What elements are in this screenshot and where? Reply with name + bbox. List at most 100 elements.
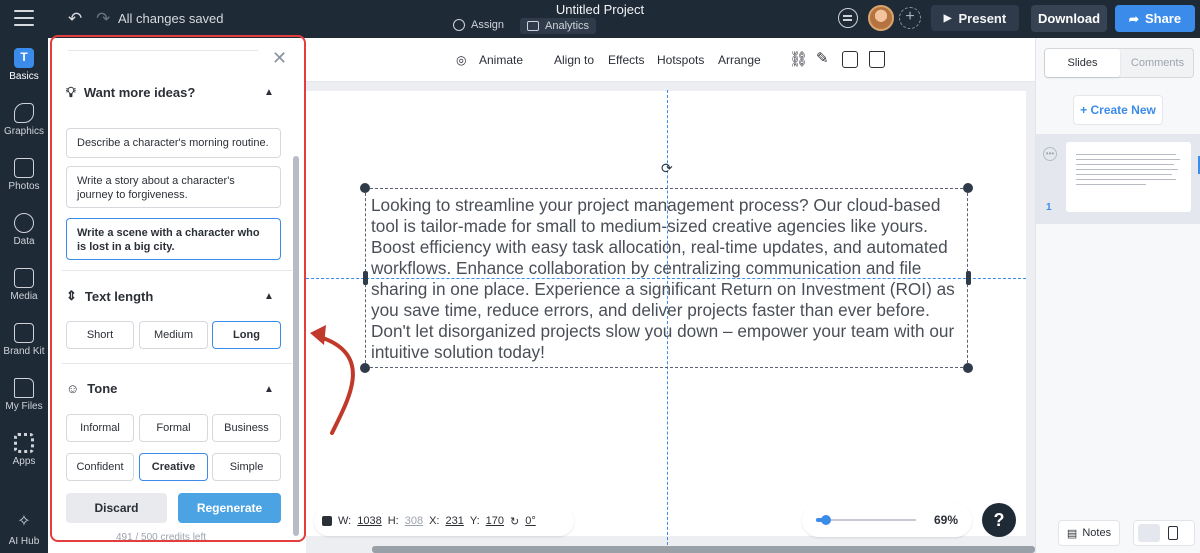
idea-item[interactable]: Write a story about a character's journe…: [66, 166, 281, 208]
animate-button[interactable]: Animate: [479, 53, 523, 67]
resize-handle[interactable]: [966, 271, 971, 285]
panel-tabs: Slides Comments: [1044, 48, 1194, 78]
rail-item-my-files[interactable]: My Files: [0, 378, 48, 412]
share-icon: ➦: [1128, 11, 1139, 26]
menu-icon[interactable]: [14, 10, 34, 26]
shapes-icon: [14, 103, 34, 123]
link-icon[interactable]: ⛓: [789, 50, 808, 68]
panel-scrollbar[interactable]: [293, 156, 299, 536]
tone-option-informal[interactable]: Informal: [66, 414, 134, 442]
ideas-header[interactable]: 💡︎ Want more ideas?: [66, 84, 195, 101]
text-length-header[interactable]: ⇕ Text length: [66, 288, 153, 304]
chevron-up-icon[interactable]: ▲: [264, 384, 274, 395]
resize-handle[interactable]: [363, 271, 368, 285]
idea-item[interactable]: Describe a character's morning routine.: [66, 128, 281, 158]
divider: [62, 270, 292, 271]
slide-number: 1: [1046, 202, 1052, 213]
rail-label: Photos: [8, 181, 40, 192]
y-field[interactable]: 170: [486, 515, 504, 527]
length-option-medium[interactable]: Medium: [139, 321, 208, 349]
tone-option-creative[interactable]: Creative: [139, 453, 208, 481]
divider: [68, 50, 258, 51]
zoom-control: 69%: [802, 503, 972, 537]
text-length-title: Text length: [84, 288, 154, 304]
slide-body-text[interactable]: Looking to streamline your project manag…: [371, 195, 969, 363]
length-option-short[interactable]: Short: [66, 321, 134, 349]
download-button[interactable]: Download: [1031, 5, 1107, 32]
chevron-up-icon[interactable]: ▲: [264, 87, 274, 98]
rail-item-basics[interactable]: T Basics: [0, 48, 48, 82]
rail-item-data[interactable]: Data: [0, 213, 48, 247]
share-button[interactable]: ➦ Share: [1115, 5, 1195, 32]
regenerate-button[interactable]: Regenerate: [178, 493, 281, 523]
zoom-slider-knob[interactable]: [821, 515, 831, 525]
notes-button[interactable]: ▤ Notes: [1058, 520, 1120, 546]
rail-item-brand-kit[interactable]: Brand Kit: [0, 323, 48, 357]
redo-icon[interactable]: ↷: [96, 9, 110, 29]
grid-view-icon[interactable]: [1138, 524, 1160, 542]
idea-item-selected[interactable]: Write a scene with a character who is lo…: [66, 218, 281, 260]
zoom-track[interactable]: [816, 519, 916, 521]
zoom-level[interactable]: 69%: [934, 513, 958, 527]
create-new-button[interactable]: + Create New: [1073, 95, 1163, 125]
tab-slides[interactable]: Slides: [1045, 49, 1120, 77]
undo-icon[interactable]: ↶: [68, 9, 82, 29]
resize-handle[interactable]: [360, 363, 370, 373]
present-button[interactable]: ▶ Present: [931, 5, 1019, 31]
horizontal-scrollbar[interactable]: [372, 546, 1035, 553]
resize-handle[interactable]: [963, 183, 973, 193]
tone-header[interactable]: ☺ Tone: [66, 381, 117, 396]
effects-button[interactable]: Effects: [608, 53, 644, 67]
help-button[interactable]: ?: [982, 503, 1016, 537]
apps-grid-icon: [14, 433, 34, 453]
lock-icon[interactable]: [322, 516, 332, 526]
rotation-icon: ↻: [510, 515, 520, 528]
height-field[interactable]: 308: [405, 515, 423, 527]
arrange-button[interactable]: Arrange: [718, 53, 761, 67]
dimensions-bar: W: 1038 H: 308 X: 231 Y: 170 ↻ 0°: [314, 506, 574, 536]
credits-remaining: 491 / 500 credits left: [116, 532, 207, 543]
close-icon[interactable]: ✕: [272, 48, 287, 69]
chevron-up-icon[interactable]: ▲: [264, 291, 274, 302]
rail-item-apps[interactable]: Apps: [0, 433, 48, 467]
canvas-area: ◎ Animate Align to Effects Hotspots Arra…: [306, 38, 1035, 553]
trash-icon[interactable]: [869, 51, 885, 68]
slide-thumbnail[interactable]: [1066, 142, 1191, 212]
comment-icon[interactable]: [838, 8, 858, 28]
add-collaborator-button[interactable]: +: [899, 7, 921, 29]
rail-item-photos[interactable]: Photos: [0, 158, 48, 192]
slide-thumbnail-row[interactable]: ••• 1: [1036, 134, 1200, 224]
color-picker-icon[interactable]: ✎: [816, 49, 829, 67]
tone-option-confident[interactable]: Confident: [66, 453, 134, 481]
tone-title: Tone: [87, 381, 118, 396]
more-options-icon[interactable]: •••: [1043, 147, 1057, 161]
assign-button[interactable]: Assign: [453, 19, 504, 31]
rail-label: Apps: [12, 456, 36, 467]
analytics-button[interactable]: Analytics: [520, 18, 597, 34]
avatar[interactable]: [868, 5, 894, 31]
rail-item-media[interactable]: Media: [0, 268, 48, 302]
text-box[interactable]: Looking to streamline your project manag…: [365, 188, 968, 368]
align-button[interactable]: Align to: [554, 53, 594, 67]
tone-option-formal[interactable]: Formal: [139, 414, 208, 442]
ideas-title: Want more ideas?: [83, 85, 196, 100]
rotation-field[interactable]: 0°: [525, 515, 536, 527]
tab-comments[interactable]: Comments: [1120, 49, 1195, 77]
rail-item-graphics[interactable]: Graphics: [0, 103, 48, 137]
x-field[interactable]: 231: [446, 515, 464, 527]
hotspots-button[interactable]: Hotspots: [657, 53, 704, 67]
assign-label: Assign: [471, 19, 505, 31]
rail-item-ai-hub[interactable]: ✧ AI Hub: [0, 513, 48, 547]
resize-handle[interactable]: [963, 363, 973, 373]
discard-button[interactable]: Discard: [66, 493, 167, 523]
length-option-long[interactable]: Long: [212, 321, 281, 349]
tone-option-business[interactable]: Business: [212, 414, 281, 442]
tone-option-simple[interactable]: Simple: [212, 453, 281, 481]
duplicate-icon[interactable]: [842, 51, 858, 68]
width-field[interactable]: 1038: [357, 515, 381, 527]
rotate-handle-icon[interactable]: ⟳: [661, 160, 673, 177]
animate-icon[interactable]: ◎: [456, 53, 466, 67]
list-view-icon[interactable]: [1168, 526, 1178, 540]
pie-chart-icon: [14, 213, 34, 233]
resize-handle[interactable]: [360, 183, 370, 193]
